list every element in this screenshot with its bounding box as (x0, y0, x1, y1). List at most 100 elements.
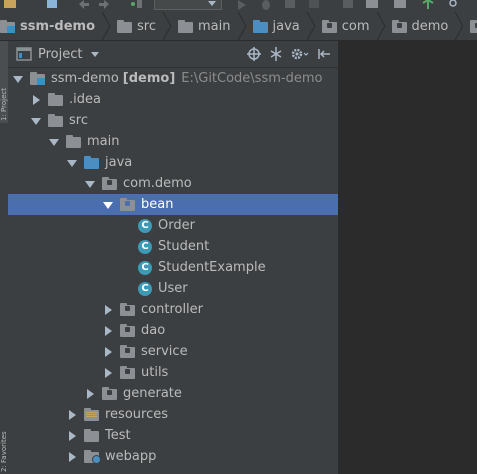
expand-arrow-icon[interactable] (66, 451, 78, 463)
expand-arrow-icon[interactable] (102, 199, 114, 211)
tree-item-label: main (87, 134, 120, 149)
package-icon (120, 344, 136, 359)
locate-icon[interactable] (246, 46, 262, 62)
tree-item-label: resources (105, 407, 169, 422)
tree-item-label: Order (158, 218, 195, 233)
debug-icon[interactable] (258, 0, 274, 10)
source-folder-icon (252, 20, 269, 33)
run-configuration-dropdown[interactable] (154, 0, 222, 10)
stop-icon[interactable] (340, 0, 356, 10)
breadcrumb-demo[interactable]: demo (386, 12, 465, 40)
tree-item-label: service (141, 344, 188, 359)
sdk-icon[interactable] (392, 0, 408, 10)
favorites-tool-tab[interactable]: 2: Favorites (0, 371, 8, 474)
tree-item-ssm-demo[interactable]: ssm-demo [demo] E:\GitCode\ssm-demo (8, 68, 342, 89)
tree-item-label: Student (158, 239, 210, 254)
tree-item-label: Test (105, 428, 131, 443)
breadcrumb-bean[interactable]: bean (464, 12, 477, 40)
expand-arrow-icon[interactable] (12, 73, 24, 85)
breadcrumb-src[interactable]: src (111, 12, 172, 40)
breadcrumb-main[interactable]: main (172, 12, 246, 40)
breadcrumb-label: main (198, 18, 231, 34)
editor-area[interactable] (338, 41, 477, 474)
expand-arrow-icon[interactable] (48, 136, 60, 148)
project-panel: Project ssm-demo [demo] E:\GitCode\ssm-d… (8, 41, 432, 474)
breadcrumb-com[interactable]: com (316, 12, 386, 40)
resources-folder-icon (84, 407, 100, 422)
chevron-separator-icon (455, 12, 464, 40)
tree-item-label: src (69, 113, 88, 128)
chevron-down-icon (208, 1, 216, 6)
package-icon (120, 365, 136, 380)
left-tool-strip: 1: Project 2: Favorites (0, 41, 8, 474)
settings-icon[interactable] (290, 46, 310, 62)
folder-icon (66, 134, 82, 149)
expand-arrow-icon[interactable] (30, 94, 42, 106)
expand-arrow-icon[interactable] (66, 409, 78, 421)
folder-icon (84, 428, 100, 443)
tree-item-label: dao (141, 323, 166, 338)
tree-item-label: controller (141, 302, 204, 317)
expand-arrow-icon[interactable] (84, 178, 96, 190)
breadcrumb-label: java (272, 18, 300, 34)
tree-item-label: utils (141, 365, 169, 380)
expand-arrow-icon[interactable] (102, 325, 114, 337)
breadcrumb-label: com (341, 18, 370, 34)
source-folder-icon (84, 155, 100, 170)
tree-item-idea[interactable]: .idea (8, 89, 360, 110)
tree-item-label: generate (123, 386, 182, 401)
breadcrumb: ssm-demo src main java com demo bean (0, 12, 477, 41)
expand-arrow-icon[interactable] (66, 430, 78, 442)
expand-arrow-icon[interactable] (102, 367, 114, 379)
web-folder-icon (84, 449, 101, 464)
project-tool-tab[interactable]: 1: Project (0, 41, 8, 123)
project-tool-tab-label: 1: Project (0, 88, 8, 121)
module-path: E:\GitCode\ssm-demo (181, 71, 323, 86)
package-icon (102, 386, 118, 401)
tree-item-label: User (158, 281, 188, 296)
tree-item-label: StudentExample (158, 260, 266, 275)
expand-arrow-icon[interactable] (84, 388, 96, 400)
module-name: [demo] (122, 71, 176, 86)
collapse-icon[interactable] (268, 46, 284, 62)
project-panel-header: Project (8, 41, 338, 68)
package-icon (391, 20, 408, 33)
expand-arrow-icon[interactable] (102, 304, 114, 316)
vcs-icon[interactable] (420, 0, 436, 10)
breadcrumb-ssm-demo[interactable]: ssm-demo (0, 12, 111, 40)
undo-icon[interactable] (76, 0, 92, 10)
search-everywhere-icon[interactable] (446, 0, 462, 10)
project-panel-title[interactable]: Project (38, 47, 82, 62)
project-view-icon (16, 47, 32, 61)
profile-icon[interactable] (306, 0, 322, 10)
open-folder-icon[interactable] (2, 0, 18, 10)
package-icon (321, 20, 338, 33)
expand-arrow-icon[interactable] (66, 157, 78, 169)
chevron-separator-icon (101, 12, 111, 40)
run-icon[interactable] (234, 0, 250, 10)
folder-icon (178, 20, 194, 33)
expand-arrow-icon[interactable] (30, 115, 42, 127)
java-class-icon: C (138, 218, 152, 233)
module-folder-icon (30, 71, 46, 86)
tree-item-label: ssm-demo (51, 71, 119, 86)
structure-icon[interactable] (364, 0, 380, 10)
view-mode-chevron-icon[interactable] (91, 51, 100, 57)
project-panel-tools (240, 46, 332, 62)
chevron-separator-icon (162, 12, 172, 40)
build-icon[interactable] (128, 0, 144, 10)
tree-item-src[interactable]: src (8, 110, 360, 131)
breadcrumb-label: demo (411, 18, 449, 34)
expand-arrow-icon[interactable] (102, 346, 114, 358)
favorites-tool-tab-label: 2: Favorites (0, 431, 8, 472)
java-class-icon: C (138, 281, 152, 296)
hide-icon[interactable] (316, 46, 332, 62)
breadcrumb-java[interactable]: java (247, 12, 316, 40)
redo-icon[interactable] (96, 0, 112, 10)
chevron-separator-icon (237, 12, 246, 40)
save-icon[interactable] (44, 0, 60, 10)
coverage-icon[interactable] (282, 0, 298, 10)
chevron-separator-icon (376, 12, 385, 40)
folder-icon (48, 92, 64, 107)
tree-item-main[interactable]: main (8, 131, 378, 152)
